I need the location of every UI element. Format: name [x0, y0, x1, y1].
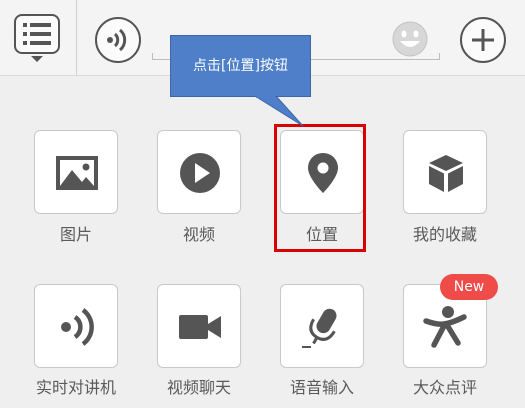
voice-input-button[interactable]	[280, 284, 364, 368]
tile-label-voice-input: 语音输入	[289, 378, 354, 397]
video-camera-icon	[179, 315, 221, 339]
play-icon	[180, 153, 220, 193]
box-icon	[429, 155, 463, 192]
toolbar-divider	[76, 0, 77, 75]
voice-button[interactable]	[95, 17, 141, 63]
tile-label-walkie-talkie: 实时对讲机	[35, 378, 116, 397]
microphone-icon	[302, 308, 337, 348]
tile-label-video-chat: 视频聊天	[166, 378, 231, 397]
emoji-icon	[392, 21, 428, 57]
input-edge-right	[439, 53, 440, 60]
tile-label-dianping: 大众点评	[412, 378, 477, 397]
tile-label-favorites: 我的收藏	[412, 225, 477, 244]
tile-label-video: 视频	[182, 225, 215, 244]
favorites-button[interactable]	[403, 130, 487, 214]
menu-button[interactable]	[14, 14, 60, 54]
new-badge: New	[440, 274, 498, 300]
dianping-icon	[423, 306, 467, 348]
image-button[interactable]	[34, 130, 118, 214]
video-button[interactable]	[157, 130, 241, 214]
image-icon	[56, 156, 98, 190]
plus-icon	[472, 29, 494, 51]
tooltip-pointer	[254, 96, 304, 127]
emoji-button[interactable]	[391, 20, 429, 58]
menu-icon	[23, 23, 51, 45]
instruction-tooltip: 点击[位置]按钮	[170, 35, 311, 97]
tile-label-image: 图片	[59, 225, 92, 244]
voice-icon	[107, 28, 127, 52]
highlight-box	[274, 124, 366, 252]
chevron-down-icon	[31, 56, 43, 62]
walkie-talkie-icon	[61, 308, 94, 346]
more-button[interactable]	[460, 17, 506, 63]
video-chat-button[interactable]	[157, 284, 241, 368]
walkie-talkie-button[interactable]	[34, 284, 118, 368]
